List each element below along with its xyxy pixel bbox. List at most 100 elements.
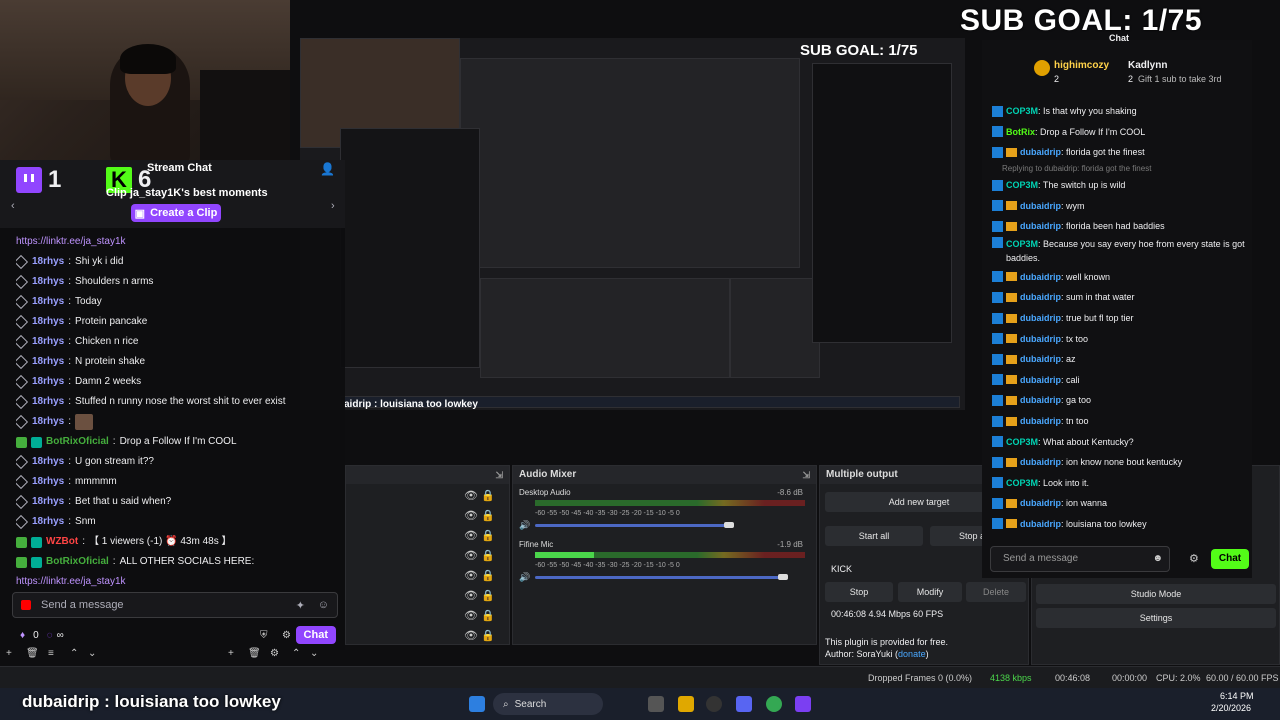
kick-username[interactable]: dubaidrip [1020,201,1061,211]
kick-chat-message: dubaidrip: sum in that water [992,287,1247,308]
chat-username[interactable]: 18rhys [32,412,64,432]
chat-link[interactable]: https://linktr.ee/ja_stay1k [16,232,126,252]
delete-button[interactable]: Delete [966,582,1026,602]
modify-button[interactable]: Modify [898,582,962,602]
emote-icon[interactable]: ☺ [318,599,329,611]
scene-toolbar: + 🗑 ≡ ⌃ ⌄ + 🗑 ⚙ ⌃ ⌄ [0,648,340,664]
chat-username[interactable]: 18rhys [32,372,64,392]
chat-link[interactable]: https://linktr.ee/ja_stay1k [16,572,126,592]
chat-username[interactable]: 18rhys [32,352,64,372]
kick-username[interactable]: dubaidrip [1020,354,1061,364]
settings-button[interactable]: Settings [1036,608,1276,628]
chat-username[interactable]: WZBot [46,532,78,552]
donate-link[interactable]: donate [898,649,926,659]
kick-username[interactable]: dubaidrip [1020,221,1061,231]
kick-username[interactable]: dubaidrip [1020,313,1061,323]
trash-icon[interactable]: 🗑 [26,648,39,659]
emoji-icon[interactable]: ☻ [1152,547,1163,571]
panel-options-icon[interactable]: ⇲ [802,466,810,484]
chat-username[interactable]: 18rhys [32,392,64,412]
start-icon[interactable] [469,696,485,712]
speaker-icon[interactable]: 🔊 [519,520,530,531]
chat-username[interactable]: 18rhys [32,512,64,532]
shield-icon[interactable]: ⛨ [260,630,268,641]
add-source-icon[interactable]: + [228,648,234,659]
volume-knob[interactable] [778,574,789,580]
kick-username[interactable]: dubaidrip [1020,457,1061,467]
users-icon[interactable]: 👤 [320,162,335,176]
chevron-right-icon[interactable]: › [331,200,335,212]
verified-badge-icon [16,536,27,548]
chat-username[interactable]: 18rhys [32,272,64,292]
kick-username[interactable]: dubaidrip [1020,395,1061,405]
source-down-icon[interactable]: ⌄ [310,648,318,659]
chat-colon: : [112,436,116,447]
obs-icon[interactable] [706,696,722,712]
kick-username[interactable]: dubaidrip [1020,375,1061,385]
create-clip-button[interactable]: ▣ Create a Clip [131,204,221,222]
kick-chat-message: dubaidrip: cali [992,370,1247,391]
chat-username[interactable]: 18rhys [32,452,64,472]
chevron-left-icon[interactable]: ‹ [11,200,15,212]
platform-icon [992,415,1003,427]
chat-username[interactable]: 18rhys [32,492,64,512]
panel-options-icon[interactable]: ⇲ [495,466,503,484]
bits-icon[interactable]: ✦ [296,599,305,612]
kick-username[interactable]: dubaidrip [1020,498,1061,508]
chat-username[interactable]: 18rhys [32,332,64,352]
kick-username[interactable]: dubaidrip [1020,272,1061,282]
volume-slider[interactable] [535,576,784,579]
source-settings-icon[interactable]: ⚙ [270,648,279,659]
source-up-icon[interactable]: ⌃ [292,648,300,659]
gear-icon[interactable]: ⚙ [282,630,291,641]
add-icon[interactable]: + [6,648,12,659]
chat-username[interactable]: 18rhys [32,252,64,272]
kick-platform-icon [16,274,29,290]
trash-source-icon[interactable]: 🗑 [248,648,261,659]
chat-username[interactable]: 18rhys [32,292,64,312]
taskbar-search[interactable]: ⌕ Search [493,693,603,715]
chat-username[interactable]: 18rhys [32,472,64,492]
twitch-viewer-counter: 1 [16,166,61,194]
send-message-input[interactable]: Send a message ✦ ☺ [12,592,338,618]
down-icon[interactable]: ⌄ [88,648,96,659]
task-view-icon[interactable] [648,696,664,712]
filter-icon[interactable]: ≡ [48,648,54,659]
chat-username[interactable]: 18rhys [32,312,64,332]
kick-username[interactable]: COP3M [1006,106,1038,116]
gear-icon[interactable]: ⚙ [1189,552,1199,565]
kick-username[interactable]: COP3M [1006,239,1038,249]
studio-mode-button[interactable]: Studio Mode [1036,584,1276,604]
kick-chat-button[interactable]: Chat [1211,549,1249,569]
start-all-button[interactable]: Start all [825,526,923,546]
points-count: 0 [33,629,39,641]
channel-name: Fifine Mic [519,540,554,549]
chat-username[interactable]: BotRixOficial [46,552,109,572]
audio-mixer-header: Audio Mixer ⇲ [513,466,816,484]
kick-username[interactable]: COP3M [1006,437,1038,447]
kick-username[interactable]: COP3M [1006,180,1038,190]
platform-icon [992,456,1003,468]
kick-username[interactable]: dubaidrip [1020,147,1061,157]
kick-username[interactable]: dubaidrip [1020,519,1061,529]
kick-username[interactable]: dubaidrip [1020,416,1061,426]
chrome-icon[interactable] [766,696,782,712]
kick-username[interactable]: BotRix [1006,127,1035,137]
stop-button[interactable]: Stop [825,582,893,602]
speaker-icon[interactable]: 🔊 [519,572,530,583]
volume-slider[interactable] [535,524,730,527]
kick-username[interactable]: dubaidrip [1020,292,1061,302]
volume-knob[interactable] [724,522,735,528]
chat-username[interactable]: BotRixOficial [46,432,109,452]
up-icon[interactable]: ⌃ [70,648,78,659]
kick-username[interactable]: dubaidrip [1020,334,1061,344]
kick-send-input[interactable]: Send a message ☻ [990,546,1170,572]
file-explorer-icon[interactable] [678,696,694,712]
discord-icon[interactable] [736,696,752,712]
kick-username[interactable]: COP3M [1006,478,1038,488]
channel-points-icon[interactable]: ♦ [20,630,25,641]
source-visibility-column[interactable]: 👁 🔒 👁 🔒 👁 🔒 👁 🔒 👁 🔒 👁 🔒 👁 🔒 👁 🔒 [464,486,504,646]
kick-text: wym [1066,200,1085,211]
app-grid-icon[interactable] [795,696,811,712]
chat-send-button[interactable]: Chat [295,626,336,644]
